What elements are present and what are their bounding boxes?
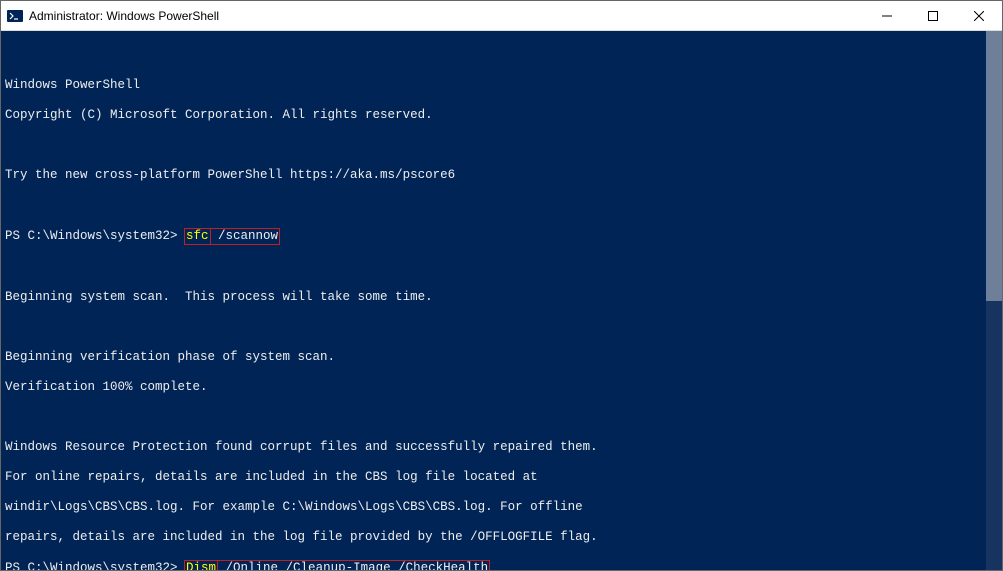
- terminal-area[interactable]: Windows PowerShell Copyright (C) Microso…: [1, 31, 1002, 570]
- command-exe: Dism: [184, 560, 218, 570]
- command-highlight-box: Dism /Online /Cleanup-Image /CheckHealth: [185, 560, 490, 570]
- terminal-prompt-line: PS C:\Windows\system32> sfc /scannow: [5, 228, 982, 245]
- terminal-line: Try the new cross-platform PowerShell ht…: [5, 168, 982, 183]
- window-titlebar: Administrator: Windows PowerShell: [1, 1, 1002, 31]
- terminal-line: Beginning verification phase of system s…: [5, 350, 982, 365]
- prompt-text: PS C:\Windows\system32>: [5, 229, 185, 243]
- command-exe: sfc: [184, 228, 211, 245]
- command-args: /Online /Cleanup-Image /CheckHealth: [218, 560, 490, 570]
- terminal-line: repairs, details are included in the log…: [5, 530, 982, 545]
- command-highlight-box: sfc /scannow: [185, 228, 280, 245]
- terminal-line: Copyright (C) Microsoft Corporation. All…: [5, 108, 982, 123]
- command-args: /scannow: [211, 228, 281, 245]
- close-button[interactable]: [956, 1, 1002, 30]
- scrollbar-thumb[interactable]: [986, 31, 1002, 301]
- powershell-icon: [7, 8, 23, 24]
- terminal-line: For online repairs, details are included…: [5, 470, 982, 485]
- terminal-line: Windows Resource Protection found corrup…: [5, 440, 982, 455]
- maximize-button[interactable]: [910, 1, 956, 30]
- window-controls: [864, 1, 1002, 30]
- terminal-line: Beginning system scan. This process will…: [5, 290, 982, 305]
- terminal-line: Verification 100% complete.: [5, 380, 982, 395]
- terminal-line: Windows PowerShell: [5, 78, 982, 93]
- window-title: Administrator: Windows PowerShell: [29, 9, 864, 23]
- minimize-button[interactable]: [864, 1, 910, 30]
- terminal-line: windir\Logs\CBS\CBS.log. For example C:\…: [5, 500, 982, 515]
- vertical-scrollbar[interactable]: [986, 31, 1002, 570]
- prompt-text: PS C:\Windows\system32>: [5, 561, 185, 570]
- terminal-prompt-line: PS C:\Windows\system32> Dism /Online /Cl…: [5, 560, 982, 570]
